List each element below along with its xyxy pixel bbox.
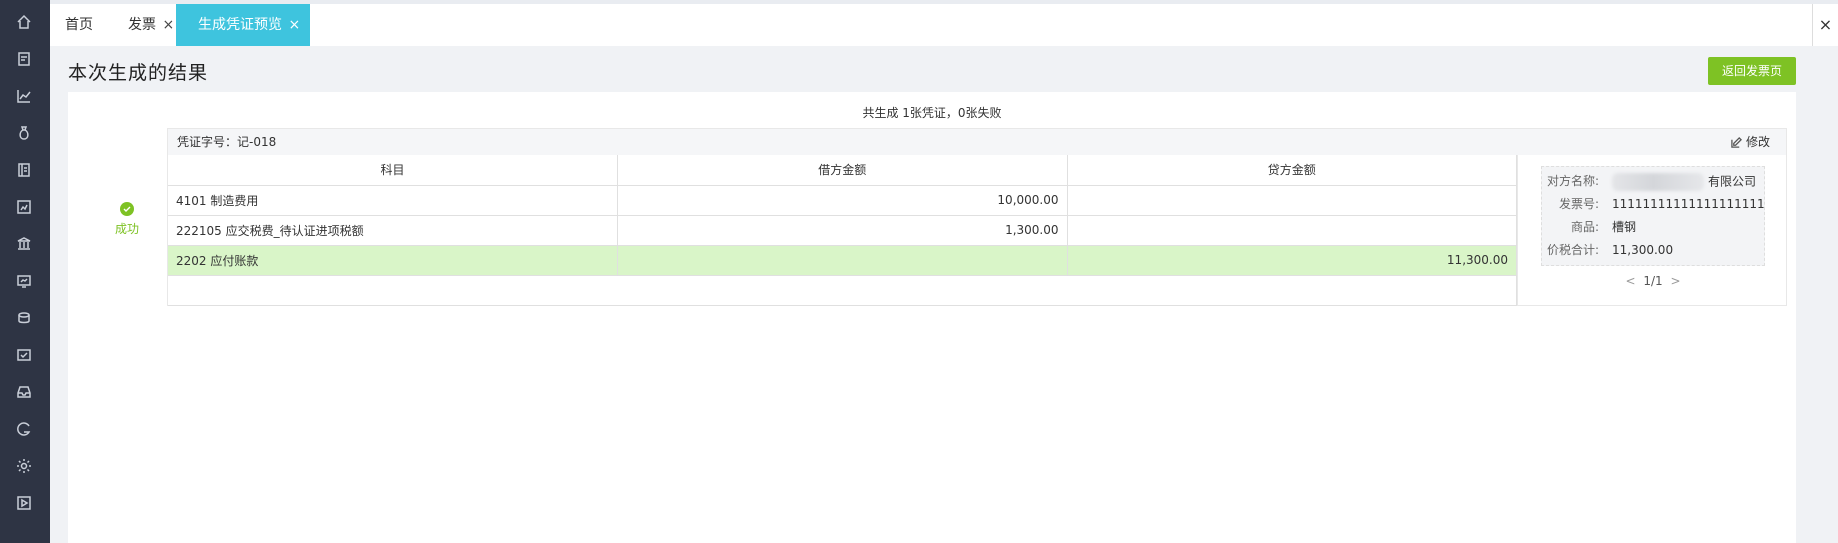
tab-invoice-close-icon[interactable]: × — [162, 17, 174, 33]
pager-current: 1/1 — [1643, 274, 1663, 288]
column-header-debit: 借方金额 — [617, 155, 1068, 186]
chart-icon[interactable] — [15, 87, 33, 105]
debit-cell: 10,000.00 — [617, 185, 1068, 216]
tab-bar: 首页 发票 × 生成凭证预览 × × — [50, 0, 1838, 46]
tab-voucher-preview-label: 生成凭证预览 — [198, 17, 282, 33]
tab-home[interactable]: 首页 — [65, 4, 93, 46]
voucher-icon[interactable] — [15, 346, 33, 364]
counterparty-row: 对方名称: 有限公司 — [1542, 173, 1764, 191]
invoice-info-area: 对方名称: 有限公司 发票号: 11111111111111111111 商品:… — [1517, 155, 1787, 306]
check-circle-icon — [120, 202, 134, 216]
invoice-number-label: 发票号: — [1558, 197, 1599, 211]
voucher-entries-table: 科目 借方金额 贷方金额 4101 制造费用 10,000.00 222105 … — [168, 155, 1517, 306]
account-cell: 222105 应交税费_待认证进项税额 — [168, 215, 618, 246]
counterparty-value-wrap: 有限公司 — [1612, 173, 1756, 191]
g-icon[interactable] — [15, 420, 33, 438]
invoice-number-row: 发票号: 11111111111111111111 — [1542, 196, 1765, 212]
debit-cell — [617, 245, 1068, 276]
voucher-number: 凭证字号：记-018 — [177, 135, 277, 149]
edit-voucher-button[interactable]: 修改 — [1731, 129, 1770, 155]
account-cell: 4101 制造费用 — [168, 185, 618, 216]
home-icon[interactable] — [15, 13, 33, 31]
voucher-card: 凭证字号：记-018 修改 科目 借方金额 贷方金额 4101 制造费用 10,… — [167, 128, 1787, 306]
money-bag-icon[interactable] — [15, 124, 33, 142]
tab-voucher-preview[interactable]: 生成凭证预览 × — [176, 4, 311, 46]
table-row: 4101 制造费用 10,000.00 — [168, 185, 1517, 216]
cup-icon[interactable] — [15, 309, 33, 327]
status-label: 成功 — [114, 222, 139, 236]
credit-cell — [1067, 215, 1517, 246]
pager-prev-button[interactable]: < — [1625, 274, 1635, 288]
voucher-header: 凭证字号：记-018 修改 — [168, 129, 1786, 155]
invoice-icon[interactable] — [15, 50, 33, 68]
redacted-name-block — [1612, 173, 1704, 191]
table-row: 222105 应交税费_待认证进项税额 1,300.00 — [168, 215, 1517, 246]
edit-icon — [1731, 136, 1742, 148]
report-icon[interactable] — [15, 198, 33, 216]
pager-next-button[interactable]: > — [1670, 274, 1680, 288]
close-all-tabs-icon[interactable]: × — [1812, 4, 1838, 46]
invoice-pager: < 1/1 > — [1518, 274, 1788, 288]
monitor-icon[interactable] — [15, 272, 33, 290]
goods-value: 槽钢 — [1612, 220, 1637, 234]
credit-cell: 11,300.00 — [1067, 245, 1517, 276]
ledger-icon[interactable] — [15, 161, 33, 179]
tab-invoice[interactable]: 发票 × — [128, 4, 174, 46]
edit-label: 修改 — [1745, 135, 1770, 149]
tab-voucher-preview-close-icon[interactable]: × — [288, 17, 300, 33]
counterparty-label: 对方名称: — [1546, 174, 1599, 188]
play-icon[interactable] — [15, 494, 33, 512]
debit-cell: 1,300.00 — [617, 215, 1068, 246]
table-header-row: 科目 借方金额 贷方金额 — [168, 155, 1517, 186]
result-panel: 共生成 1张凭证，0张失败 成功 凭证字号：记-018 修改 科目 借方金额 贷… — [68, 92, 1796, 543]
generation-summary: 共生成 1张凭证，0张失败 — [862, 106, 1002, 120]
column-header-account: 科目 — [168, 155, 618, 186]
total-value: 11,300.00 — [1612, 243, 1674, 257]
column-header-credit: 贷方金额 — [1067, 155, 1517, 186]
return-to-invoice-button[interactable]: 返回发票页 — [1708, 57, 1796, 85]
status-success: 成功 — [112, 202, 142, 237]
tab-invoice-label: 发票 — [128, 17, 156, 33]
bank-icon[interactable] — [15, 235, 33, 253]
account-cell: 2202 应付账款 — [168, 245, 618, 276]
goods-label: 商品: — [1570, 220, 1599, 234]
table-row-empty — [168, 275, 1517, 306]
page-title: 本次生成的结果 — [68, 62, 209, 84]
invoice-number-value: 11111111111111111111 — [1612, 197, 1765, 211]
invoice-card: 对方名称: 有限公司 发票号: 11111111111111111111 商品:… — [1541, 166, 1765, 266]
tab-home-label: 首页 — [65, 17, 93, 33]
credit-cell — [1067, 185, 1517, 216]
table-row-highlighted: 2202 应付账款 11,300.00 — [168, 245, 1517, 276]
total-row: 价税合计: 11,300.00 — [1542, 242, 1764, 258]
left-sidebar — [0, 0, 50, 543]
inbox-icon[interactable] — [15, 383, 33, 401]
counterparty-value: 有限公司 — [1708, 174, 1757, 189]
total-label: 价税合计: — [1546, 243, 1599, 257]
settings-icon[interactable] — [15, 457, 33, 475]
goods-row: 商品: 槽钢 — [1542, 219, 1764, 235]
